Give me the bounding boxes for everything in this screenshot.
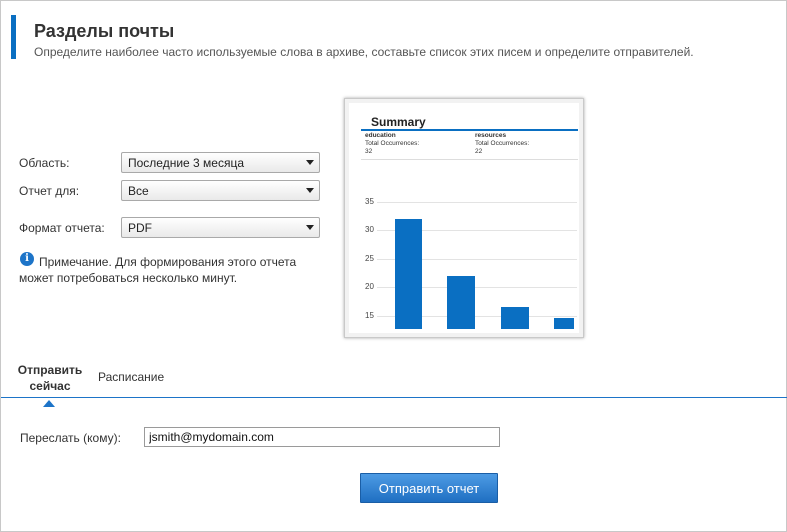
chart-bar [554, 318, 574, 329]
report-for-select[interactable]: Все [121, 180, 320, 201]
summary-separator [361, 159, 578, 160]
chart-gridline [377, 202, 577, 203]
chart-y-tick-label: 35 [365, 197, 374, 206]
summary-cell-name: education [365, 132, 396, 139]
summary-cell-name: resources [475, 132, 507, 139]
forward-to-input[interactable] [144, 427, 500, 447]
send-report-button[interactable]: Отправить отчет [360, 473, 498, 503]
summary-title: Summary [371, 115, 426, 129]
info-icon: i [20, 252, 34, 266]
scope-select[interactable]: Последние 3 месяца [121, 152, 320, 173]
scope-label: Область: [19, 156, 70, 170]
format-select[interactable]: PDF [121, 217, 320, 238]
chevron-down-icon [306, 160, 314, 165]
chart-y-tick-label: 20 [365, 282, 374, 292]
chart-y-tick-label: 25 [365, 253, 374, 263]
report-preview-page: Summary education Total Occurrences: 32 … [349, 103, 579, 333]
tab-divider [1, 397, 787, 398]
summary-cell: resources Total Occurrences: 22 [475, 132, 529, 156]
page-title: Разделы почты [34, 21, 175, 41]
forward-to-label: Переслать (кому): [20, 431, 121, 445]
format-select-value: PDF [128, 221, 152, 235]
summary-cell-label: Total Occurrences: [365, 140, 420, 147]
chart-y-tick-label: 15 [365, 310, 374, 320]
summary-rule [361, 129, 578, 131]
chart-bar [447, 275, 475, 329]
header-accent-bar [11, 15, 16, 59]
page-subtitle: Определите наиболее часто используемые с… [34, 45, 694, 59]
summary-cell-value: 22 [475, 148, 483, 155]
chart-y-tick-label: 30 [365, 225, 374, 235]
tab-schedule[interactable]: Расписание [98, 370, 164, 384]
report-for-select-value: Все [128, 184, 149, 198]
format-label: Формат отчета: [19, 221, 105, 235]
summary-cell-value: 32 [365, 148, 373, 155]
report-for-label: Отчет для: [19, 184, 80, 198]
chevron-down-icon [306, 188, 314, 193]
summary-cell: education Total Occurrences: 32 [365, 132, 419, 156]
summary-cell-label: Total Occurrences: [475, 140, 530, 147]
chart-bar [395, 219, 422, 329]
chart-bar [501, 307, 529, 329]
chevron-down-icon [306, 225, 314, 230]
scope-select-value: Последние 3 месяца [128, 156, 245, 170]
dialog-frame: Разделы почты Определите наиболее часто … [0, 0, 787, 532]
report-preview: Summary education Total Occurrences: 32 … [344, 98, 584, 338]
active-tab-caret-icon [43, 400, 55, 407]
note-text: Примечание. Для формирования этого отчет… [19, 255, 297, 285]
tab-send-now[interactable]: Отправить сейчас [13, 362, 87, 394]
